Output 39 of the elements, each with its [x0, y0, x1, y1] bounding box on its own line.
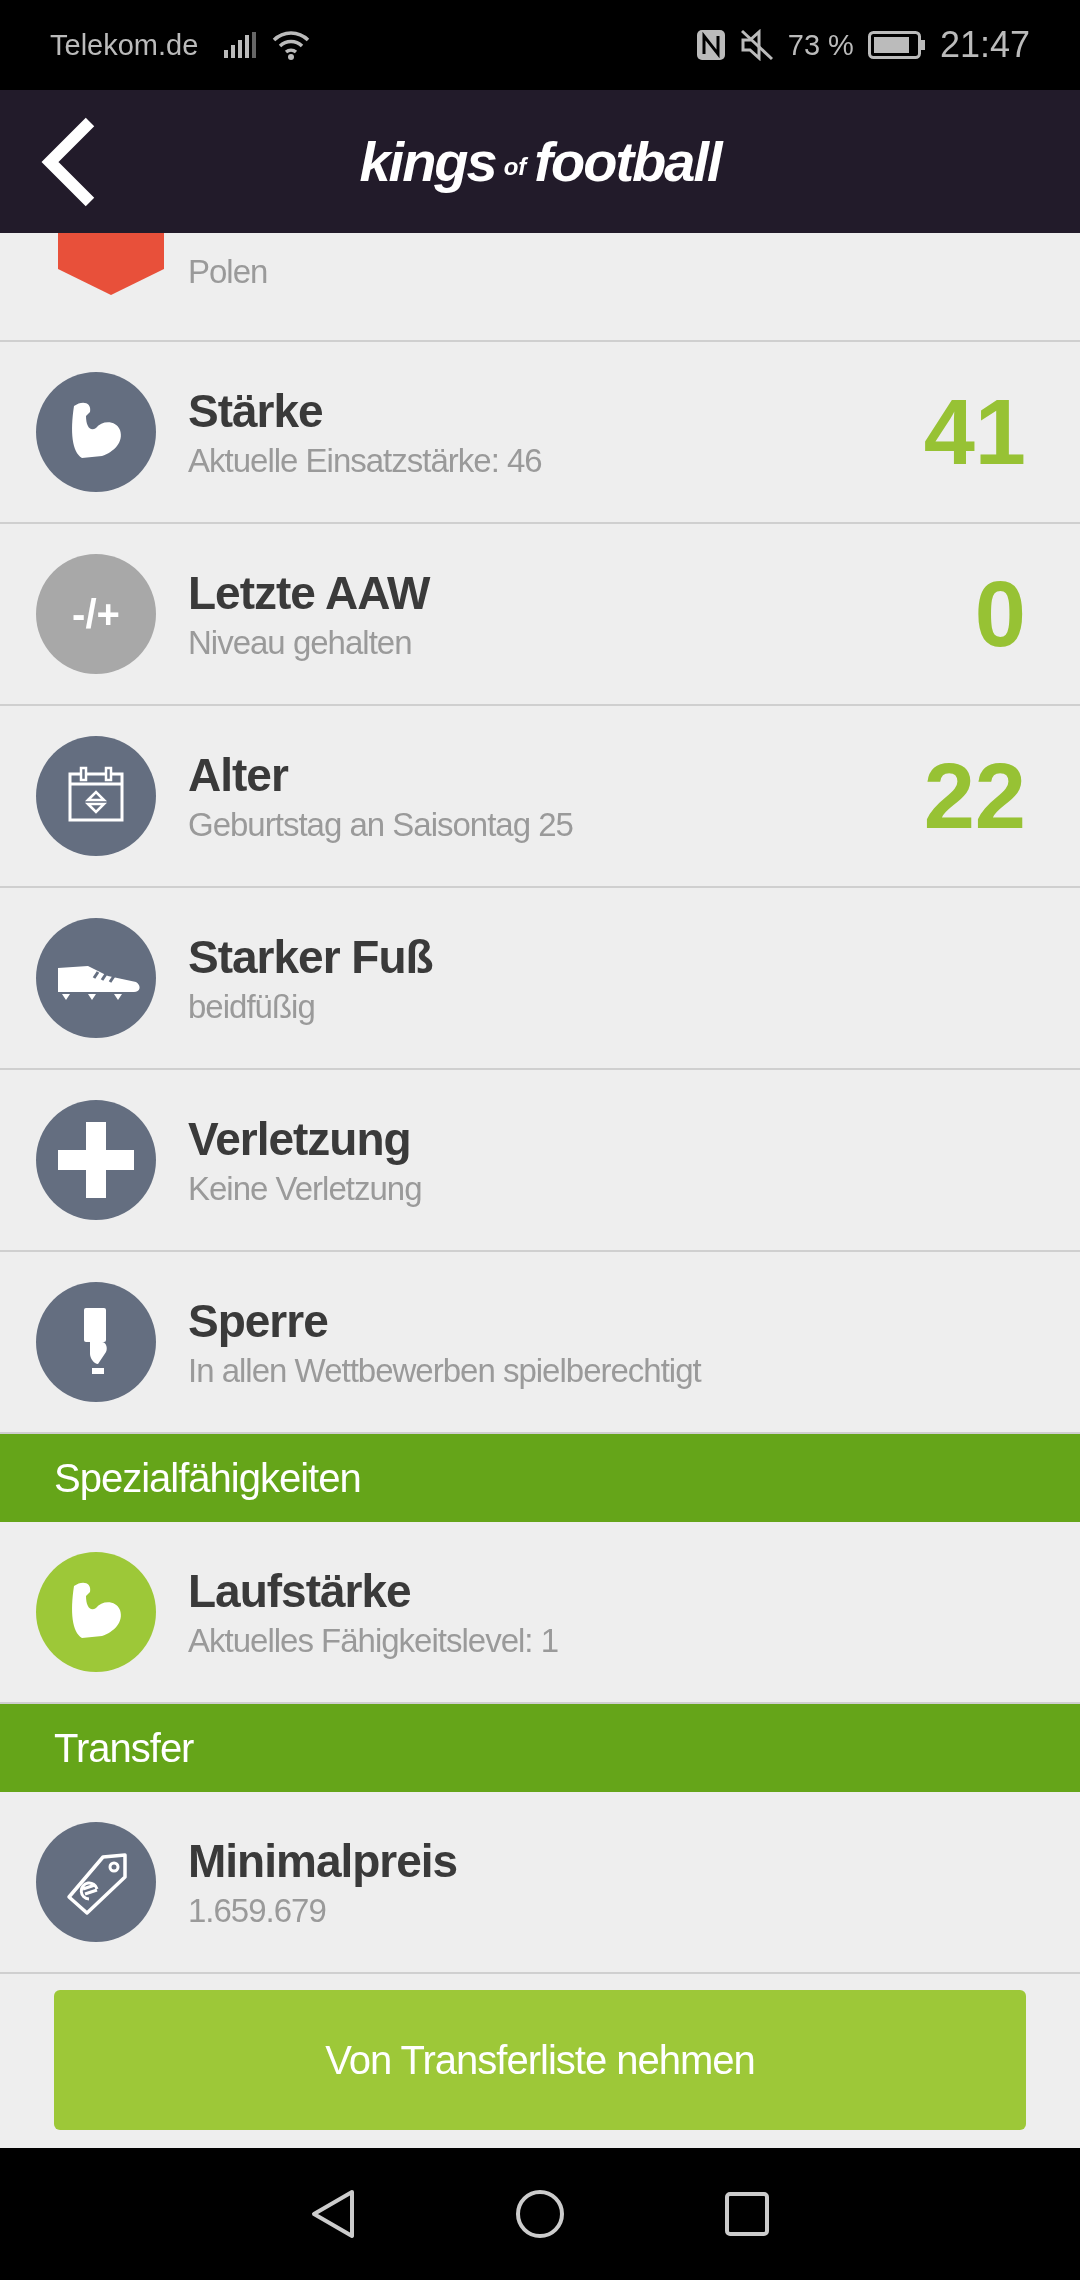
- carrier-name: Telekom.de: [50, 28, 199, 62]
- row-subtitle: Niveau gehalten: [188, 624, 413, 662]
- back-nav-icon[interactable]: [309, 2189, 356, 2239]
- stat-icon: -/+: [36, 554, 156, 674]
- row-title: Stärke: [188, 384, 324, 438]
- section-header: Transfer: [0, 1704, 1080, 1792]
- nfc-icon: [695, 29, 726, 61]
- logo-text: of: [503, 152, 527, 181]
- stat-value: 0: [974, 561, 1026, 667]
- row-title: Alter: [188, 748, 290, 802]
- battery-icon: [867, 31, 926, 59]
- row-title: Letzte AAW: [188, 566, 432, 620]
- row-subtitle: 1.659.679: [188, 1892, 327, 1930]
- row-subtitle: Aktuelle Einsatzstärke: 46: [188, 442, 543, 480]
- row-title: Sperre: [188, 1294, 329, 1348]
- row-subtitle: Polen: [188, 253, 268, 291]
- row-title: Verletzung: [188, 1112, 412, 1166]
- recents-nav-icon[interactable]: [724, 2191, 771, 2237]
- home-nav-icon[interactable]: [515, 2189, 565, 2239]
- signal-icon: [224, 32, 259, 58]
- remove-from-transfer-list-button[interactable]: Von Transferliste nehmen: [54, 1990, 1026, 2130]
- logo-text: kings: [359, 129, 496, 194]
- clock-time: 21:47: [939, 24, 1030, 66]
- wifi-icon: [272, 30, 311, 60]
- row-title: Starker Fuß: [188, 930, 434, 984]
- back-button[interactable]: [40, 116, 96, 207]
- row-subtitle: Geburtstag an Saisontag 25: [188, 806, 574, 844]
- row-subtitle: In allen Wettbewerben spielberechtigt: [188, 1352, 703, 1390]
- battery-percent: 73 %: [787, 28, 854, 62]
- row-title: Laufstärke: [188, 1564, 412, 1618]
- stat-value: 41: [923, 379, 1026, 485]
- section-header: Spezialfähigkeiten: [0, 1434, 1080, 1522]
- row-subtitle: beidfüßig: [188, 988, 316, 1026]
- stat-value: 22: [923, 743, 1026, 849]
- row-subtitle: Aktuelles Fähigkeitslevel: 1: [188, 1622, 560, 1660]
- logo-text: football: [534, 129, 721, 194]
- row-subtitle: Keine Verletzung: [188, 1170, 423, 1208]
- row-title: Minimalpreis: [188, 1834, 459, 1888]
- mute-icon: [739, 29, 774, 61]
